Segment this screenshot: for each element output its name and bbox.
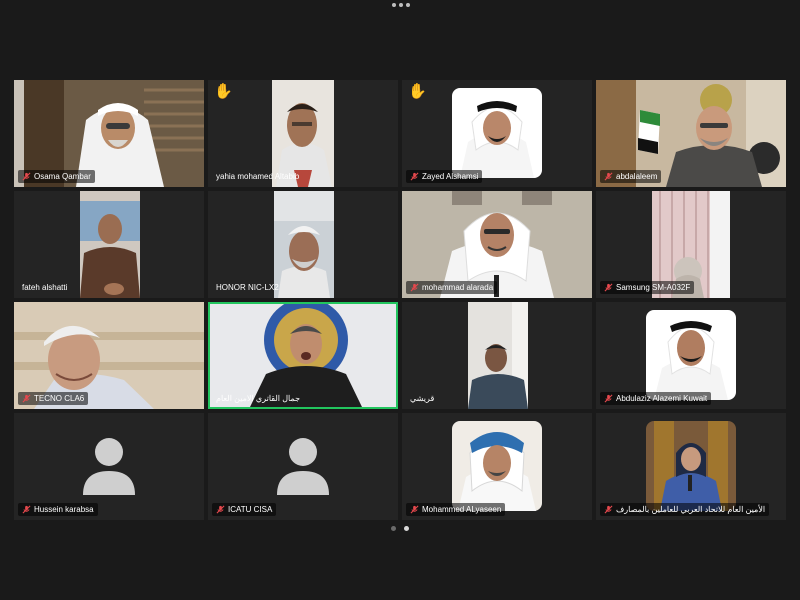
- participant-name-bar: جمال القاتري الامين العام: [212, 392, 304, 405]
- muted-mic-icon: [604, 394, 613, 403]
- participant-name: Samsung SM-A032F: [616, 283, 691, 292]
- participant-tile[interactable]: Samsung SM-A032F: [596, 191, 786, 298]
- page-dot[interactable]: [391, 526, 396, 531]
- participant-video: [468, 302, 528, 409]
- muted-mic-icon: [410, 505, 419, 514]
- muted-mic-icon: [410, 283, 419, 292]
- pagination-dots[interactable]: [391, 526, 409, 531]
- dot: [392, 3, 396, 7]
- muted-mic-icon: [22, 172, 31, 181]
- participant-name: Osama Qambar: [34, 172, 91, 181]
- participant-tile[interactable]: ✋ yahia mohamed Altabib: [208, 80, 398, 187]
- participant-name-bar: abdalaleem: [600, 170, 662, 183]
- default-avatar-icon: [273, 435, 333, 497]
- participant-name: fateh alshatti: [22, 283, 68, 292]
- participant-name: mohammad alarada: [422, 283, 494, 292]
- participant-name-bar: Zayed Alshamsi: [406, 170, 483, 183]
- muted-mic-icon: [22, 505, 31, 514]
- participant-name: ICATU CISA: [228, 505, 273, 514]
- participant-tile[interactable]: HONOR NIC-LX2: [208, 191, 398, 298]
- participant-name-bar: TECNO CLA6: [18, 392, 89, 405]
- participant-name-bar: Samsung SM-A032F: [600, 281, 695, 294]
- participant-name-bar: Hussein karabsa: [18, 503, 98, 516]
- participant-tile[interactable]: ICATU CISA: [208, 413, 398, 520]
- participant-name-bar: yahia mohamed Altabib: [212, 170, 303, 183]
- participant-tile[interactable]: Abdulaziz Alazemi Kuwait: [596, 302, 786, 409]
- video-gallery: Osama Qambar ✋ yahia mohamed Altabib ✋ Z…: [14, 80, 786, 520]
- dot: [399, 3, 403, 7]
- participant-name-bar: Abdulaziz Alazemi Kuwait: [600, 392, 712, 405]
- participant-name: قريشي: [410, 394, 435, 403]
- participant-name: yahia mohamed Altabib: [216, 172, 300, 181]
- participant-name-bar: fateh alshatti: [18, 281, 71, 294]
- participant-tile[interactable]: mohammad alarada: [402, 191, 592, 298]
- dot: [406, 3, 410, 7]
- muted-mic-icon: [216, 505, 225, 514]
- participant-name-bar: Mohammed ALyaseen: [406, 503, 506, 516]
- participant-name: جمال القاتري الامين العام: [216, 394, 301, 403]
- participant-tile[interactable]: TECNO CLA6: [14, 302, 204, 409]
- participant-tile[interactable]: الأمين العام للاتحاد العربي للعاملين بال…: [596, 413, 786, 520]
- raised-hand-icon: ✋: [408, 83, 427, 100]
- participant-name: Abdulaziz Alazemi Kuwait: [616, 394, 708, 403]
- participant-video: [274, 191, 334, 298]
- participant-tile[interactable]: fateh alshatti: [14, 191, 204, 298]
- page-dot-current[interactable]: [404, 526, 409, 531]
- participant-name-bar: HONOR NIC-LX2: [212, 281, 283, 294]
- participant-tile-active-speaker[interactable]: جمال القاتري الامين العام: [208, 302, 398, 409]
- muted-mic-icon: [22, 394, 31, 403]
- participant-name-bar: ICATU CISA: [212, 503, 277, 516]
- default-avatar-icon: [79, 435, 139, 497]
- participant-name-bar: الأمين العام للاتحاد العربي للعاملين بال…: [600, 503, 770, 516]
- participant-name: الأمين العام للاتحاد العربي للعاملين بال…: [616, 505, 766, 514]
- participant-tile[interactable]: abdalaleem: [596, 80, 786, 187]
- raised-hand-icon: ✋: [214, 83, 233, 100]
- participant-name-bar: قريشي: [406, 392, 438, 405]
- muted-mic-icon: [604, 283, 613, 292]
- participant-name-bar: Osama Qambar: [18, 170, 95, 183]
- participant-name: HONOR NIC-LX2: [216, 283, 279, 292]
- participant-tile[interactable]: ✋ Zayed Alshamsi: [402, 80, 592, 187]
- participant-name: Zayed Alshamsi: [422, 172, 479, 181]
- participant-tile[interactable]: Mohammed ALyaseen: [402, 413, 592, 520]
- participant-video: [80, 191, 140, 298]
- participant-name: abdalaleem: [616, 172, 658, 181]
- muted-mic-icon: [604, 172, 613, 181]
- participant-name: TECNO CLA6: [34, 394, 85, 403]
- participant-name: Mohammed ALyaseen: [422, 505, 502, 514]
- muted-mic-icon: [604, 505, 613, 514]
- more-options-icon[interactable]: [392, 3, 410, 7]
- participant-name: Hussein karabsa: [34, 505, 94, 514]
- participant-tile[interactable]: Osama Qambar: [14, 80, 204, 187]
- participant-tile[interactable]: Hussein karabsa: [14, 413, 204, 520]
- muted-mic-icon: [410, 172, 419, 181]
- participant-tile[interactable]: قريشي: [402, 302, 592, 409]
- participant-name-bar: mohammad alarada: [406, 281, 498, 294]
